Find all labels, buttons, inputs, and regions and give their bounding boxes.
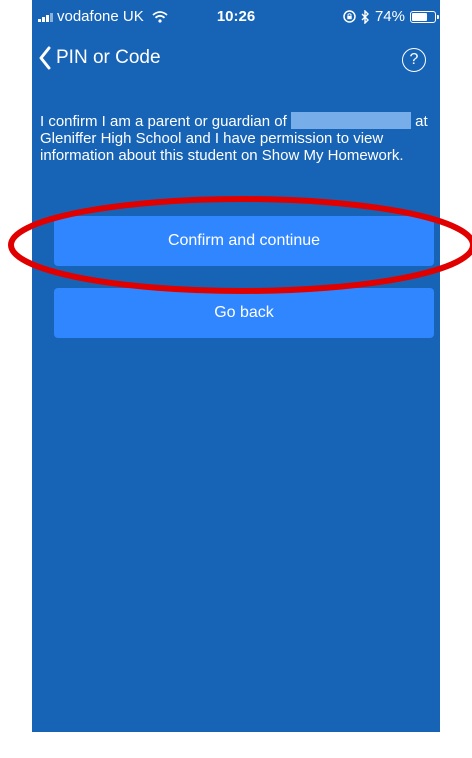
bluetooth-icon: [361, 9, 369, 24]
redacted-student-name: [290, 112, 411, 129]
carrier-label: vodafone UK: [57, 8, 144, 25]
status-right: 74%: [343, 8, 439, 25]
status-bar: vodafone UK 10:26 74%: [32, 0, 440, 34]
nav-bar: PIN or Code ?: [32, 38, 440, 86]
app-screen: vodafone UK 10:26 74% PIN or Code ? I co…: [32, 0, 440, 732]
status-left: vodafone UK: [38, 8, 168, 25]
confirmation-message: I confirm I am a parent or guardian of a…: [40, 112, 436, 164]
lock-rotation-icon: [343, 10, 356, 23]
battery-fill: [412, 12, 427, 21]
battery-percent: 74%: [374, 8, 405, 25]
battery-icon: [410, 10, 439, 23]
help-icon[interactable]: ?: [402, 48, 426, 72]
back-button[interactable]: PIN or Code: [38, 46, 161, 70]
message-start: I confirm I am a parent or guardian of: [40, 113, 287, 130]
back-chevron-icon: [39, 46, 51, 70]
go-back-button[interactable]: Go back: [54, 288, 434, 338]
signal-icon: [38, 12, 53, 22]
back-label: PIN or Code: [56, 47, 161, 68]
confirm-and-continue-button[interactable]: Confirm and continue: [54, 216, 434, 266]
wifi-icon: [152, 10, 168, 23]
